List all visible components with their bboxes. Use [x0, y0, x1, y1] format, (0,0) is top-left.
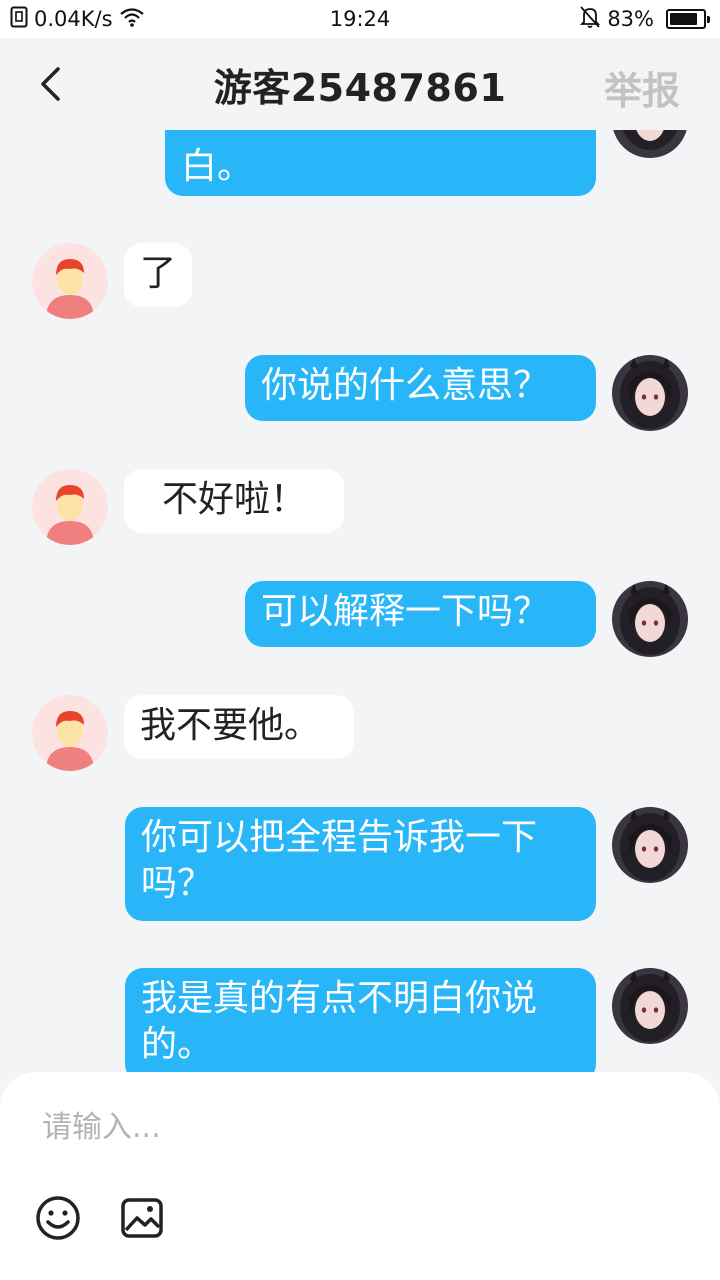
message-bubble-incoming: 了	[124, 243, 193, 307]
message-text: 了	[140, 253, 177, 294]
emoji-button[interactable]	[34, 1194, 82, 1242]
message-text: 我是真的有点不明白你说的。	[141, 978, 538, 1065]
message-text: 白。	[181, 146, 254, 187]
message-bubble-outgoing: 白。	[165, 130, 596, 196]
wifi-icon	[119, 7, 145, 32]
status-bar: 0.04K/s 19:24 83%	[0, 0, 720, 38]
message-bubble-incoming: 不好啦！	[124, 469, 344, 533]
chevron-left-icon	[41, 67, 60, 101]
avatar-self[interactable]	[612, 130, 688, 158]
avatar-guest[interactable]	[32, 469, 108, 545]
battery-percent: 83%	[607, 7, 654, 31]
image-button[interactable]	[118, 1194, 166, 1242]
image-icon	[121, 1198, 163, 1238]
message-bubble-outgoing: 你说的什么意思？	[245, 355, 596, 421]
message-text: 你可以把全程告诉我一下吗？	[141, 817, 538, 904]
mute-bell-icon	[579, 5, 601, 34]
avatar-self[interactable]	[612, 581, 688, 657]
status-left: 0.04K/s	[10, 6, 145, 33]
sim-icon	[10, 6, 28, 33]
message-text: 不好啦！	[161, 479, 306, 520]
avatar-self[interactable]	[612, 355, 688, 431]
status-right: 83%	[579, 5, 710, 34]
smiley-icon	[36, 1196, 80, 1240]
battery-icon	[666, 9, 710, 29]
input-panel	[0, 1072, 720, 1280]
page-title: 游客25487861	[213, 65, 507, 110]
network-speed: 0.04K/s	[34, 7, 113, 31]
avatar-guest[interactable]	[32, 243, 108, 319]
message-text: 可以解释一下吗？	[261, 591, 550, 632]
back-button[interactable]	[30, 64, 70, 104]
message-bubble-outgoing: 你可以把全程告诉我一下吗？	[125, 807, 596, 921]
battery-fill	[670, 13, 697, 25]
message-bubble-incoming: 我不要他。	[124, 695, 354, 759]
avatar-self[interactable]	[612, 968, 688, 1044]
report-button[interactable]: 举报	[604, 60, 680, 115]
chat-header: 游客25487861 举报	[0, 38, 720, 130]
message-bubble-outgoing: 可以解释一下吗？	[245, 581, 596, 647]
chat-list[interactable]: 白。 了 你说的什么意思？ 不好啦！ 可以解释一下吗？ 我不要他。 你可以把全程…	[0, 130, 720, 1072]
message-text: 你说的什么意思？	[261, 365, 550, 406]
message-text: 我不要他。	[140, 705, 321, 746]
message-bubble-outgoing: 我是真的有点不明白你说的。	[125, 968, 596, 1072]
avatar-guest[interactable]	[32, 695, 108, 771]
avatar-self[interactable]	[612, 807, 688, 883]
message-input[interactable]	[42, 1102, 682, 1152]
